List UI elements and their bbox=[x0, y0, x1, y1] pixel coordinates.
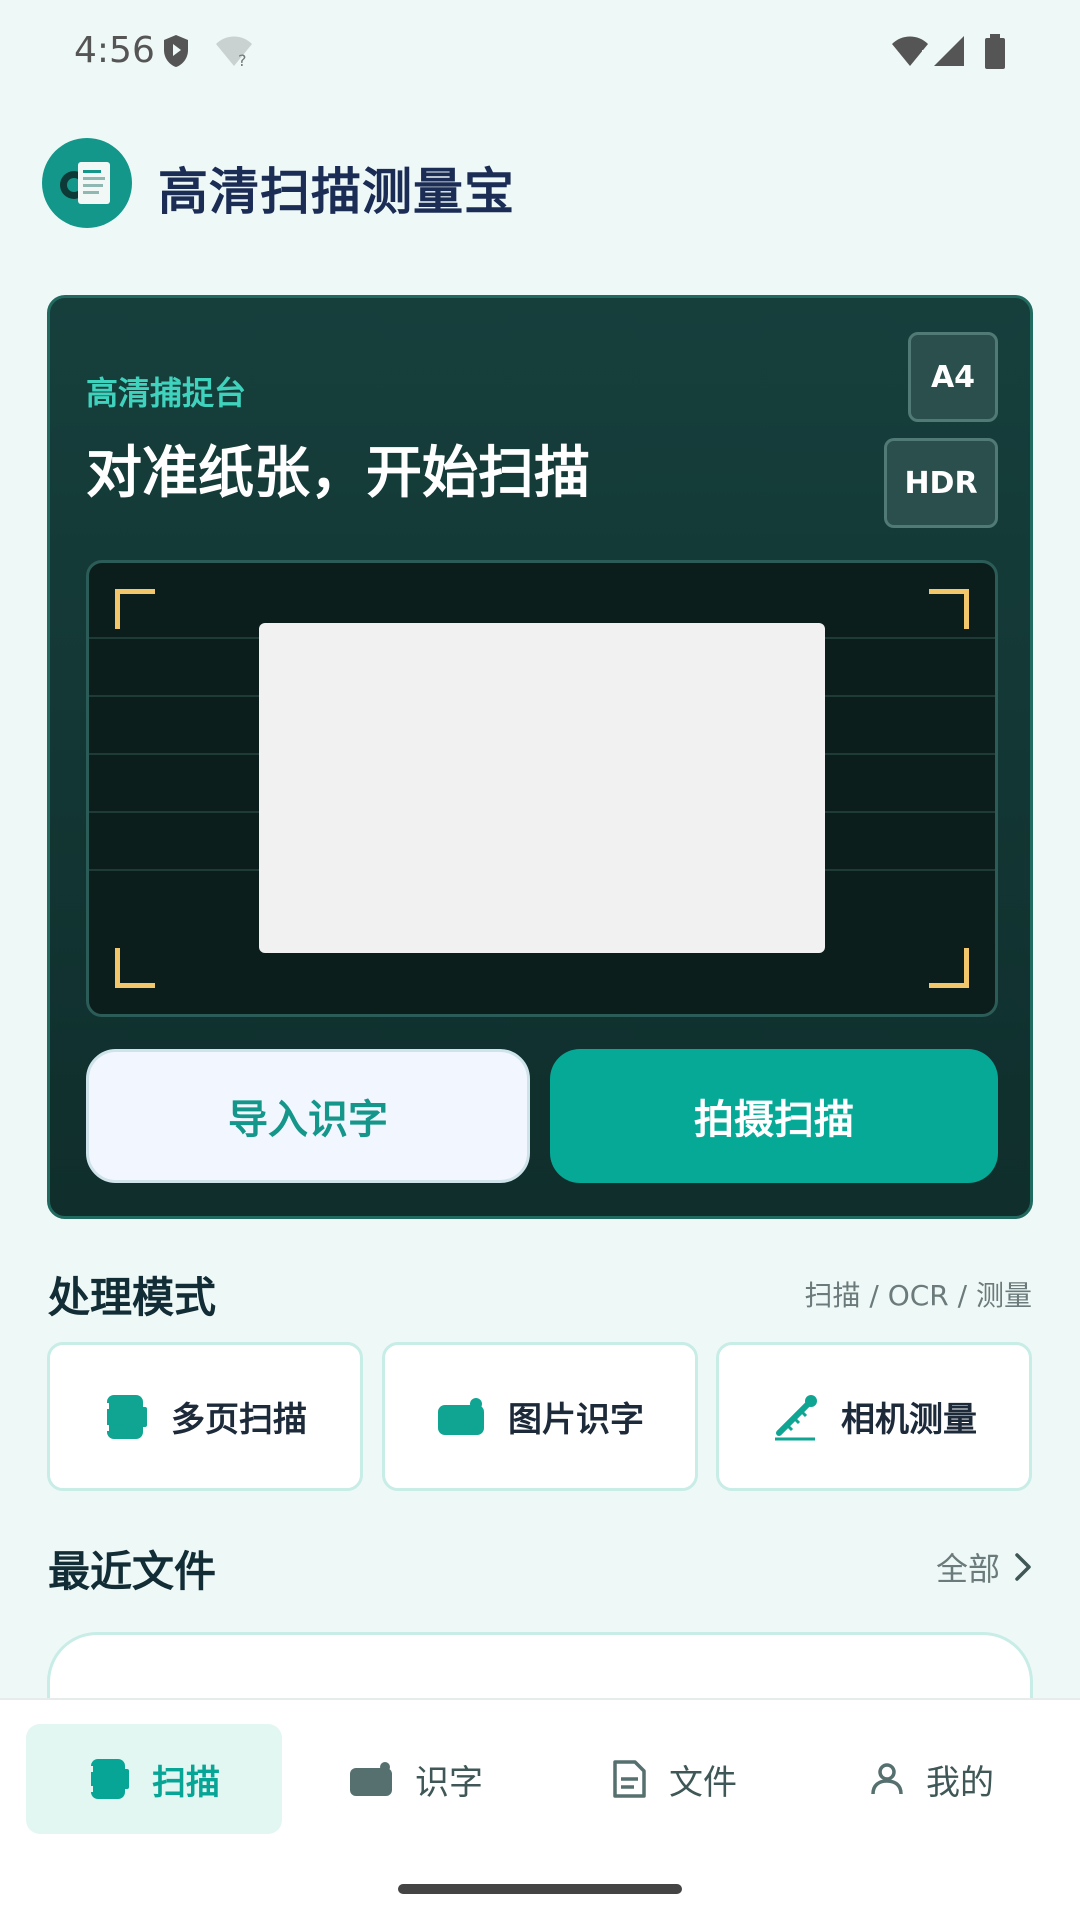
scan-icon bbox=[88, 1759, 129, 1799]
nav-tab-ocr[interactable]: 识字 bbox=[326, 1724, 506, 1834]
corner-marker-top-left bbox=[115, 589, 155, 629]
nav-label: 识字 bbox=[415, 1762, 483, 1803]
person-icon bbox=[871, 1763, 903, 1795]
capture-card: 高清捕捉台 对准纸张，开始扫描 A4 HDR 导入识字 拍摄扫描 bbox=[47, 295, 1033, 1219]
nav-label: 我的 bbox=[926, 1762, 994, 1803]
hdr-chip[interactable]: HDR bbox=[884, 438, 998, 528]
mode-label: 图片识字 bbox=[508, 1400, 644, 1440]
multi-page-scan-icon bbox=[104, 1394, 147, 1439]
view-all-label: 全部 bbox=[935, 1550, 1000, 1588]
corner-marker-top-right bbox=[929, 589, 969, 629]
image-ocr-icon bbox=[438, 1397, 484, 1435]
file-icon bbox=[613, 1760, 646, 1798]
status-bar: 4:56 ? bbox=[0, 0, 1080, 110]
capture-kicker: 高清捕捉台 bbox=[86, 374, 247, 412]
nav-tab-scan[interactable]: 扫描 bbox=[26, 1724, 282, 1834]
camera-viewfinder[interactable] bbox=[86, 560, 998, 1017]
mode-multi-page-scan[interactable]: 多页扫描 bbox=[47, 1342, 363, 1491]
wifi-question-icon: ? bbox=[216, 36, 252, 68]
modes-section-title: 处理模式 bbox=[48, 1273, 217, 1322]
recent-section-title: 最近文件 bbox=[48, 1547, 217, 1596]
status-time: 4:56 bbox=[74, 30, 155, 71]
corner-marker-bottom-right bbox=[929, 948, 969, 988]
import-ocr-button[interactable]: 导入识字 bbox=[86, 1049, 530, 1183]
ocr-icon bbox=[350, 1762, 392, 1796]
scanner-logo-icon bbox=[60, 162, 110, 204]
mode-label: 相机测量 bbox=[841, 1400, 977, 1440]
capture-scan-button[interactable]: 拍摄扫描 bbox=[550, 1049, 998, 1183]
mode-camera-measure[interactable]: 相机测量 bbox=[716, 1342, 1032, 1491]
nav-tab-profile[interactable]: 我的 bbox=[842, 1724, 1022, 1834]
ruler-measure-icon bbox=[775, 1394, 817, 1440]
battery-icon bbox=[985, 34, 1005, 69]
modes-hint: 扫描 / OCR / 测量 bbox=[804, 1279, 1032, 1312]
mode-image-ocr[interactable]: 图片识字 bbox=[382, 1342, 698, 1491]
app-title: 高清扫描测量宝 bbox=[158, 163, 515, 221]
mode-label: 多页扫描 bbox=[171, 1400, 307, 1440]
home-indicator[interactable] bbox=[398, 1884, 682, 1894]
nav-label: 扫描 bbox=[152, 1762, 220, 1803]
wifi-alert-icon bbox=[892, 36, 928, 66]
document-preview bbox=[259, 623, 825, 953]
nav-tab-files[interactable]: 文件 bbox=[584, 1724, 764, 1834]
cell-signal-icon bbox=[934, 36, 964, 66]
nav-label: 文件 bbox=[669, 1762, 737, 1803]
view-all-link[interactable]: 全部 bbox=[936, 1544, 1032, 1590]
capture-title: 对准纸张，开始扫描 bbox=[86, 441, 590, 506]
corner-marker-bottom-left bbox=[115, 948, 155, 988]
shield-icon bbox=[164, 35, 188, 67]
app-logo bbox=[42, 138, 132, 228]
chevron-right-icon bbox=[1015, 1553, 1031, 1581]
svg-text:?: ? bbox=[238, 51, 247, 68]
paper-size-chip[interactable]: A4 bbox=[908, 332, 998, 422]
